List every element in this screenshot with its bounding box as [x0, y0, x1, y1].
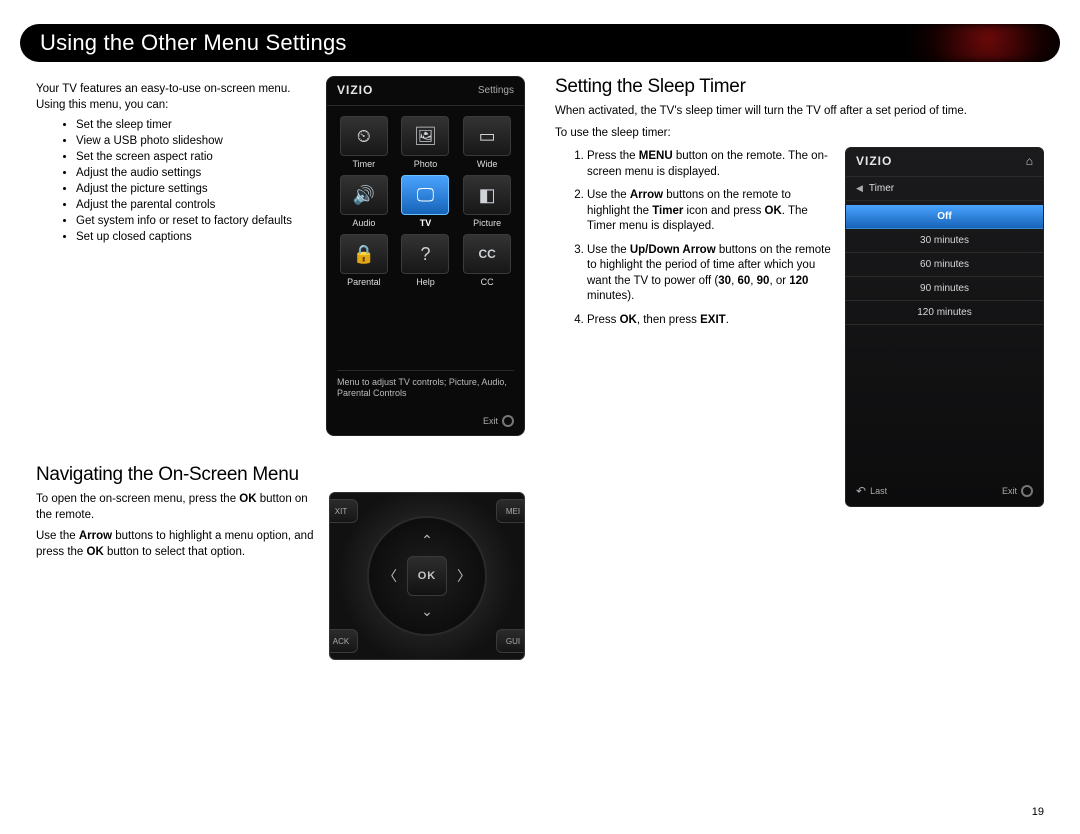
arrow-up-icon: ⌃	[421, 532, 433, 549]
sleep-timer-to-use: To use the sleep timer:	[555, 126, 1044, 142]
timer-crumb: Timer	[869, 183, 894, 194]
menu-tile-label: TV	[420, 218, 432, 228]
menu-tile-picture: ◧ Picture	[458, 175, 516, 228]
remote-corner-back: ACK	[329, 629, 358, 653]
remote-corner-exit: XIT	[329, 499, 358, 523]
menu-description: Menu to adjust TV controls; Picture, Aud…	[337, 370, 514, 400]
tv-settings-menu-screenshot: VIZIO Settings ⏲ Timer 🖼 Photo ▭ Wide 🔊 Audio 🖵 T…	[326, 76, 525, 436]
menu-tile-parental: 🔒 Parental	[335, 234, 393, 287]
menu-tile-label: Photo	[414, 159, 438, 169]
remote-corner-menu: MEI	[496, 499, 525, 523]
tv-icon: 🖵	[401, 175, 449, 215]
dpad-ring: ⌃ ⌄ 〈 〉 OK	[367, 516, 487, 636]
left-column: VIZIO Settings ⏲ Timer 🖼 Photo ▭ Wide 🔊 Audio 🖵 T…	[36, 76, 525, 668]
timer-option: 60 minutes	[846, 253, 1043, 277]
arrow-left-icon: 〈	[383, 566, 397, 586]
timer-option: Off	[846, 205, 1043, 229]
menu-tile-help: ? Help	[397, 234, 455, 287]
exit-icon	[502, 415, 514, 427]
tv-timer-menu-screenshot: VIZIO ⌂ ◀ Timer Off30 minutes60 minutes9…	[845, 147, 1044, 507]
right-column: Setting the Sleep Timer When activated, …	[555, 76, 1044, 668]
sleep-timer-intro: When activated, the TV's sleep timer wil…	[555, 104, 1044, 120]
menu-tile-label: Parental	[347, 277, 381, 287]
wide-icon: ▭	[463, 116, 511, 156]
menu-title: Settings	[478, 85, 514, 96]
exit-label: Exit	[1002, 486, 1017, 496]
parental-icon: 🔒	[340, 234, 388, 274]
last-icon: ↶	[856, 484, 866, 498]
page-number: 19	[1032, 806, 1044, 818]
vizio-logo: VIZIO	[337, 83, 373, 97]
vizio-logo: VIZIO	[856, 154, 892, 168]
picture-icon: ◧	[463, 175, 511, 215]
timer-option: 120 minutes	[846, 301, 1043, 325]
menu-tile-label: Picture	[473, 218, 501, 228]
exit-icon	[1021, 485, 1033, 497]
arrow-down-icon: ⌄	[421, 603, 433, 620]
sleep-timer-heading: Setting the Sleep Timer	[555, 76, 1044, 98]
menu-tile-photo: 🖼 Photo	[397, 116, 455, 169]
last-label: Last	[870, 486, 887, 496]
back-triangle-icon: ◀	[856, 183, 863, 194]
menu-tile-label: Wide	[477, 159, 498, 169]
remote-corner-guide: GUI	[496, 629, 525, 653]
home-icon: ⌂	[1026, 154, 1033, 168]
menu-tile-audio: 🔊 Audio	[335, 175, 393, 228]
photo-icon: 🖼	[401, 116, 449, 156]
cc-icon: CC	[463, 234, 511, 274]
audio-icon: 🔊	[340, 175, 388, 215]
page-title: Using the Other Menu Settings	[20, 24, 1060, 62]
exit-label: Exit	[483, 416, 498, 426]
remote-dpad-image: XIT MEI ACK GUI ⌃ ⌄ 〈 〉 OK	[329, 492, 525, 660]
page-header-banner: Using the Other Menu Settings	[20, 24, 1060, 62]
menu-tile-tv: 🖵 TV	[397, 175, 455, 228]
menu-tile-timer: ⏲ Timer	[335, 116, 393, 169]
menu-tile-label: Audio	[352, 218, 375, 228]
menu-tile-cc: CC CC	[458, 234, 516, 287]
timer-option: 30 minutes	[846, 229, 1043, 253]
nav-heading: Navigating the On-Screen Menu	[36, 464, 525, 486]
menu-tile-wide: ▭ Wide	[458, 116, 516, 169]
menu-tile-label: CC	[481, 277, 494, 287]
ok-button: OK	[407, 556, 447, 596]
timer-icon: ⏲	[340, 116, 388, 156]
arrow-right-icon: 〉	[457, 566, 471, 586]
help-icon: ?	[401, 234, 449, 274]
timer-option: 90 minutes	[846, 277, 1043, 301]
menu-tile-label: Help	[416, 277, 435, 287]
menu-tile-label: Timer	[352, 159, 375, 169]
